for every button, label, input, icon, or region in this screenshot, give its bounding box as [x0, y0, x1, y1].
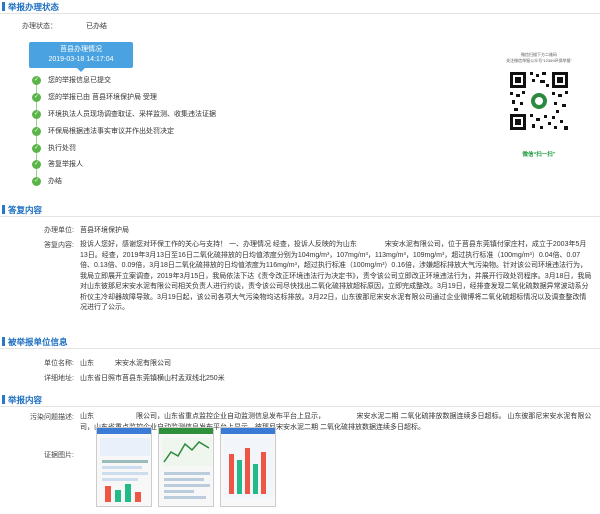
reply-content-label: 答复内容: [44, 242, 74, 249]
section-header-status: 举报办理状态 [0, 0, 600, 14]
evidence-image[interactable] [96, 427, 152, 507]
check-icon: ✓ [32, 144, 41, 153]
unit-name-value: 山东 宋安水泥有限公司 [80, 360, 171, 367]
unit-address-label: 详细地址: [44, 375, 74, 382]
status-box-time: 2019-03-18 14:17:04 [48, 56, 114, 63]
check-icon: ✓ [32, 177, 41, 186]
evidence-screenshot-icon [97, 428, 151, 502]
check-icon: ✓ [32, 76, 41, 85]
section-header-reply: 答复内容 [0, 203, 600, 217]
evidence-label: 证据图片: [44, 452, 74, 459]
check-icon: ✓ [32, 127, 41, 136]
evidence-image[interactable] [220, 427, 276, 507]
reply-unit-value: 莒县环境保护局 [80, 227, 129, 234]
section-header-report: 举报内容 [0, 393, 600, 407]
qr-code-icon[interactable] [508, 70, 570, 132]
evidence-screenshot-icon [159, 428, 213, 499]
reply-unit-label: 办理单位: [44, 227, 74, 234]
check-icon: ✓ [32, 160, 41, 169]
status-box-title: 莒县办理情况 [60, 46, 102, 53]
section-title: 被举报单位信息 [8, 337, 68, 347]
check-icon: ✓ [32, 93, 41, 102]
evidence-screenshot-icon [221, 428, 275, 498]
wechat-qr-block: 微信扫描下方二维码 关注微信举报公众号“12369环保举报” 微信“扫一扫” [506, 52, 572, 164]
section-header-reported-unit: 被举报单位信息 [0, 335, 600, 349]
status-value: 已办结 [86, 23, 107, 30]
status-badge: 莒县办理情况 2019-03-18 14:17:04 [29, 42, 133, 72]
status-label: 办理状态： [22, 23, 57, 30]
section-marker [2, 205, 5, 214]
section-title: 举报内容 [8, 395, 43, 405]
qr-scan-label: 微信“扫一扫” [522, 152, 556, 158]
section-title: 举报办理状态 [8, 2, 60, 12]
section-marker [2, 395, 5, 404]
section-title: 答复内容 [8, 205, 43, 215]
check-icon: ✓ [32, 110, 41, 119]
pollution-desc-value: 山东 限公司，山东省重点监控企业自动监测信息发布平台上显示， 宋安水泥二期 二氧… [80, 413, 592, 431]
reply-content-value: 投诉人您好，感谢您对环保工作的关心与支持！ 一、办理情况 经查，投诉人反映的为山… [80, 241, 592, 311]
section-marker [2, 2, 5, 11]
section-marker [2, 337, 5, 346]
evidence-image[interactable] [158, 427, 214, 507]
unit-name-label: 单位名称: [44, 360, 74, 367]
qr-caption-account: 关注微信举报公众号“12369环保举报” [506, 58, 572, 63]
unit-address-value: 山东省日照市莒县东莞镇横山村孟双线北250米 [80, 375, 225, 382]
pollution-desc-label: 污染问题描述: [30, 414, 74, 421]
